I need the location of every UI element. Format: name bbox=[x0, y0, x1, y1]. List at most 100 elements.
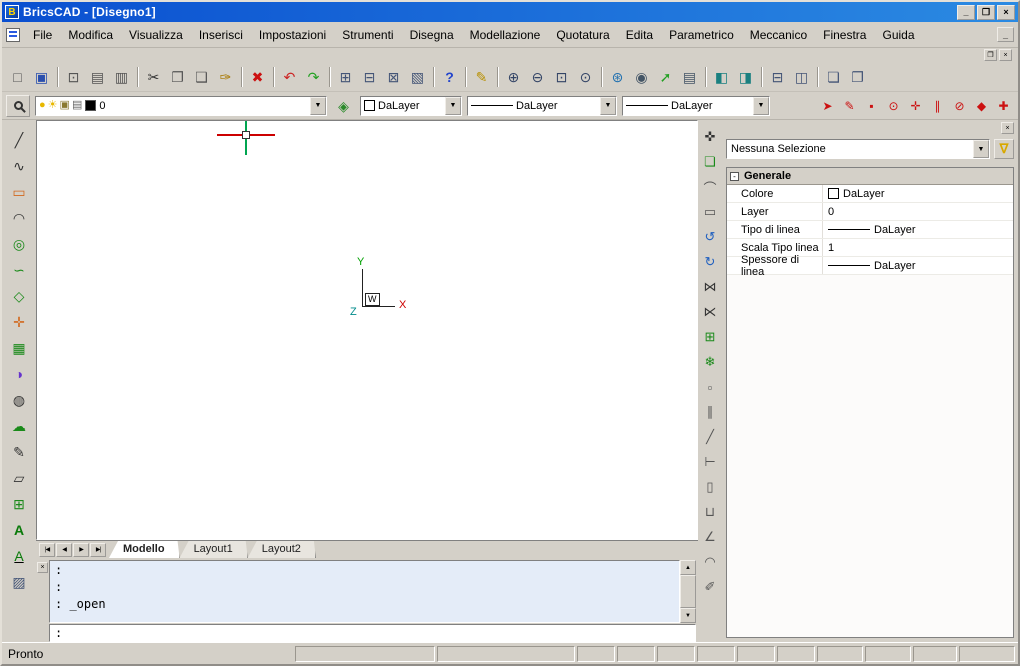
tab-layout2[interactable]: Layout2 bbox=[248, 541, 316, 558]
mdi-minimize-button[interactable]: _ bbox=[997, 27, 1014, 42]
print-button[interactable]: ▤ bbox=[86, 65, 109, 88]
viewports-vertical-button[interactable]: ◫ bbox=[790, 65, 813, 88]
color-dropdown-arrow-icon[interactable]: ▼ bbox=[445, 97, 461, 115]
zoom-in-button[interactable]: ⊕ bbox=[502, 65, 525, 88]
redo-button[interactable]: ↷ bbox=[302, 65, 325, 88]
explore-layers-button[interactable] bbox=[6, 95, 30, 117]
mirror-tool-button[interactable]: ⋈ bbox=[699, 276, 721, 298]
text-tool-button[interactable]: A bbox=[7, 544, 31, 568]
menu-strumenti[interactable]: Strumenti bbox=[334, 25, 401, 45]
menu-impostazioni[interactable]: Impostazioni bbox=[251, 25, 334, 45]
images-explorer-button[interactable]: ▧ bbox=[406, 65, 429, 88]
fillet-tool-button[interactable]: ⌒ bbox=[699, 176, 721, 198]
snap-center-button[interactable]: ⊙ bbox=[883, 95, 904, 117]
spline-tool-button[interactable]: ∽ bbox=[7, 258, 31, 282]
layer-plot-icon[interactable]: ▤ bbox=[72, 100, 82, 111]
lineweight-combobox[interactable]: DaLayer ▼ bbox=[622, 96, 770, 116]
snap-settings-button[interactable]: ✎ bbox=[839, 95, 860, 117]
offset-tool-button[interactable]: ∥ bbox=[699, 401, 721, 423]
properties-close-button[interactable]: × bbox=[1001, 122, 1014, 134]
publish-web-button[interactable]: ⊛ bbox=[606, 65, 629, 88]
property-row-spessore-di-linea[interactable]: Spessore di linea DaLayer bbox=[727, 257, 1013, 275]
property-row-layer[interactable]: Layer 0 bbox=[727, 203, 1013, 221]
rectangle-edit-tool-button[interactable]: ▭ bbox=[699, 201, 721, 223]
selection-filter-button[interactable]: ∇ bbox=[994, 139, 1014, 159]
rectangle-tool-button[interactable]: ▭ bbox=[7, 180, 31, 204]
menu-modellazione[interactable]: Modellazione bbox=[462, 25, 549, 45]
menu-parametrico[interactable]: Parametrico bbox=[661, 25, 742, 45]
snap-intersection-button[interactable]: ✚ bbox=[993, 95, 1014, 117]
array-tool-button[interactable]: ⊞ bbox=[699, 326, 721, 348]
tab-modello[interactable]: Modello bbox=[109, 541, 180, 558]
polar-array-tool-button[interactable]: ❄ bbox=[699, 351, 721, 373]
menu-edita[interactable]: Edita bbox=[618, 25, 661, 45]
new-button[interactable]: □ bbox=[6, 65, 29, 88]
menu-modifica[interactable]: Modifica bbox=[60, 25, 121, 45]
paste-as-block-button[interactable]: ❐ bbox=[846, 65, 869, 88]
zoom-extents-button[interactable]: ⊙ bbox=[574, 65, 597, 88]
tab-next-button[interactable]: ▶ bbox=[73, 543, 89, 557]
snap-parallel-button[interactable]: ∥ bbox=[927, 95, 948, 117]
rotate-reference-tool-button[interactable]: ↻ bbox=[699, 251, 721, 273]
scroll-down-icon[interactable]: ▼ bbox=[680, 608, 696, 623]
snap-tangent-button[interactable]: ⊘ bbox=[949, 95, 970, 117]
command-close-button[interactable]: × bbox=[37, 562, 48, 573]
selection-combobox[interactable]: Nessuna Selezione ▼ bbox=[726, 139, 990, 159]
snap-node-button[interactable]: ✛ bbox=[905, 95, 926, 117]
layer-dropdown-arrow-icon[interactable]: ▼ bbox=[310, 97, 326, 115]
point-tool-button[interactable]: ✛ bbox=[7, 310, 31, 334]
gradient-tool-button[interactable]: ◑ bbox=[7, 362, 31, 386]
snap-midpoint-button[interactable]: ▪ bbox=[861, 95, 882, 117]
mdi-restore-button[interactable]: ❐ bbox=[984, 49, 997, 61]
circle-tool-button[interactable]: ◎ bbox=[7, 232, 31, 256]
lineweight-dropdown-arrow-icon[interactable]: ▼ bbox=[753, 97, 769, 115]
regen-tool-button[interactable]: ▫ bbox=[699, 376, 721, 398]
explode-tool-button[interactable]: ✐ bbox=[699, 576, 721, 598]
undo-button[interactable]: ↶ bbox=[278, 65, 301, 88]
rotate-tool-button[interactable]: ↺ bbox=[699, 226, 721, 248]
layer-lock-icon[interactable]: ▣ bbox=[60, 100, 70, 111]
property-value[interactable]: DaLayer bbox=[823, 257, 1013, 274]
donut-tool-button[interactable]: ◍ bbox=[7, 388, 31, 412]
layers-explorer-button[interactable]: ⊟ bbox=[358, 65, 381, 88]
menu-inserisci[interactable]: Inserisci bbox=[191, 25, 251, 45]
layer-freeze-icon[interactable]: ☀ bbox=[48, 100, 58, 111]
mtext-tool-button[interactable]: A bbox=[7, 518, 31, 542]
command-gutter[interactable]: × bbox=[36, 560, 49, 642]
tab-last-button[interactable]: ▶| bbox=[90, 543, 106, 557]
snap-marker-button[interactable]: ➤ bbox=[817, 95, 838, 117]
document-icon[interactable] bbox=[6, 28, 20, 42]
save-button[interactable]: ▣ bbox=[30, 65, 53, 88]
move-tool-button[interactable]: ✜ bbox=[699, 126, 721, 148]
scroll-up-icon[interactable]: ▲ bbox=[680, 560, 696, 575]
color-combobox[interactable]: DaLayer ▼ bbox=[360, 96, 462, 116]
arc-tool-button[interactable]: ◠ bbox=[7, 206, 31, 230]
copy-button[interactable]: ❐ bbox=[166, 65, 189, 88]
collapse-icon[interactable]: - bbox=[730, 172, 739, 181]
print-settings-button[interactable]: ▥ bbox=[110, 65, 133, 88]
mdi-close-button[interactable]: × bbox=[999, 49, 1012, 61]
extend-tool-button[interactable]: ⊢ bbox=[699, 451, 721, 473]
render-button[interactable]: ◧ bbox=[710, 65, 733, 88]
property-value[interactable]: 0 bbox=[823, 203, 1013, 220]
zoom-out-button[interactable]: ⊖ bbox=[526, 65, 549, 88]
zoom-window-button[interactable]: ⊡ bbox=[550, 65, 573, 88]
properties-section-header[interactable]: - Generale bbox=[727, 168, 1013, 185]
linetype-dropdown-arrow-icon[interactable]: ▼ bbox=[600, 97, 616, 115]
layer-on-icon[interactable]: ● bbox=[39, 100, 46, 111]
blocks-explorer-button[interactable]: ⊠ bbox=[382, 65, 405, 88]
property-value[interactable]: DaLayer bbox=[823, 185, 1013, 202]
restore-button[interactable]: ❐ bbox=[977, 5, 995, 20]
match-properties-button[interactable]: ✑ bbox=[214, 65, 237, 88]
tab-prev-button[interactable]: ◀ bbox=[56, 543, 72, 557]
viewports-horizontal-button[interactable]: ⊟ bbox=[766, 65, 789, 88]
help-button[interactable]: ? bbox=[438, 65, 461, 88]
minimize-button[interactable]: _ bbox=[957, 5, 975, 20]
paste-button[interactable]: ❑ bbox=[190, 65, 213, 88]
materials-button[interactable]: ◨ bbox=[734, 65, 757, 88]
menu-finestra[interactable]: Finestra bbox=[815, 25, 874, 45]
menu-disegna[interactable]: Disegna bbox=[402, 25, 462, 45]
property-row-colore[interactable]: Colore DaLayer bbox=[727, 185, 1013, 203]
menu-file[interactable]: File bbox=[25, 25, 60, 45]
trim-tool-button[interactable]: ╱ bbox=[699, 426, 721, 448]
